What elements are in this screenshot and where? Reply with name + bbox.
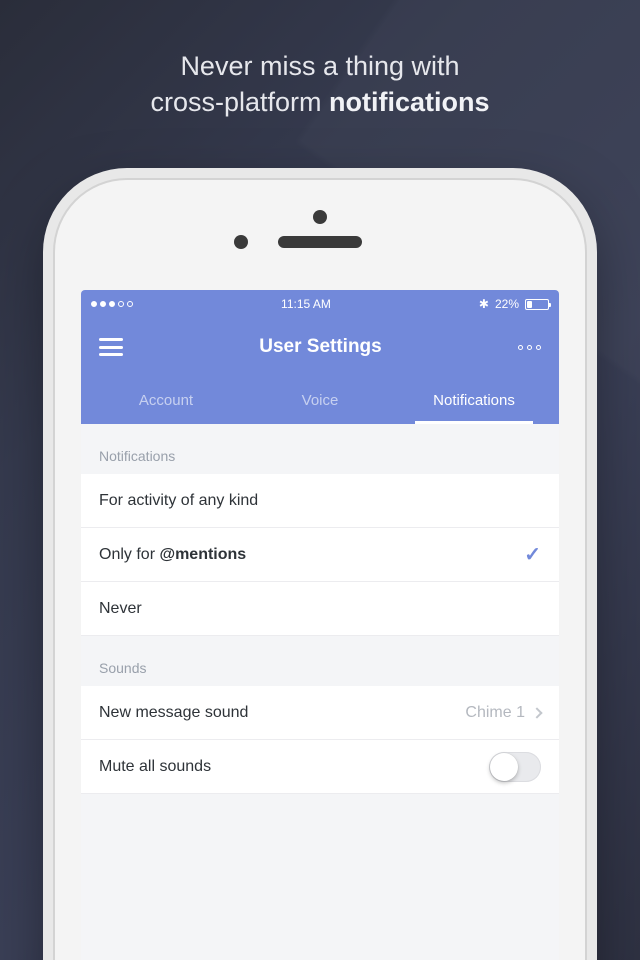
promo-line1: Never miss a thing with [180,51,459,81]
promo-line2-pre: cross-platform [150,87,329,117]
signal-strength-icon [91,301,133,307]
chevron-right-icon [531,707,542,718]
mute-toggle[interactable] [489,752,541,782]
proximity-sensor [313,210,327,224]
toggle-knob [490,753,518,781]
row-label: Never [99,600,142,618]
notification-option-mentions[interactable]: Only for @mentions ✓ [81,528,559,582]
promo-line2-bold: notifications [329,87,490,117]
battery-percent: 22% [495,297,519,311]
section-header-sounds: Sounds [81,636,559,686]
mute-all-sounds-row[interactable]: Mute all sounds [81,740,559,794]
row-value-group: Chime 1 [465,704,541,722]
row-label: For activity of any kind [99,492,258,510]
section-header-notifications: Notifications [81,424,559,474]
status-bar-time: 11:15 AM [281,297,331,311]
row-label: Only for @mentions [99,546,246,564]
nav-header: User Settings [81,318,559,376]
tab-account[interactable]: Account [89,376,243,424]
menu-button[interactable] [99,338,123,356]
front-camera [234,235,248,249]
row-label: New message sound [99,704,248,722]
bluetooth-icon: ✱ [479,297,489,311]
row-label: Mute all sounds [99,758,211,776]
page-title: User Settings [259,336,381,358]
phone-frame: 11:15 AM ✱ 22% User Settings Account Voi… [55,180,585,960]
status-bar-right: ✱ 22% [479,297,549,311]
promo-headline: Never miss a thing with cross-platform n… [0,48,640,121]
status-bar: 11:15 AM ✱ 22% [81,290,559,318]
tab-voice[interactable]: Voice [243,376,397,424]
status-bar-left [91,301,133,307]
checkmark-icon: ✓ [524,542,541,567]
row-value: Chime 1 [465,704,525,722]
notification-option-never[interactable]: Never [81,582,559,636]
more-button[interactable] [518,345,541,350]
battery-icon [525,299,549,310]
tab-bar: Account Voice Notifications [81,376,559,424]
tab-notifications[interactable]: Notifications [397,376,551,424]
new-message-sound-row[interactable]: New message sound Chime 1 [81,686,559,740]
notification-option-any-activity[interactable]: For activity of any kind [81,474,559,528]
settings-content: Notifications For activity of any kind O… [81,424,559,794]
earpiece [278,236,362,248]
phone-screen: 11:15 AM ✱ 22% User Settings Account Voi… [81,290,559,960]
